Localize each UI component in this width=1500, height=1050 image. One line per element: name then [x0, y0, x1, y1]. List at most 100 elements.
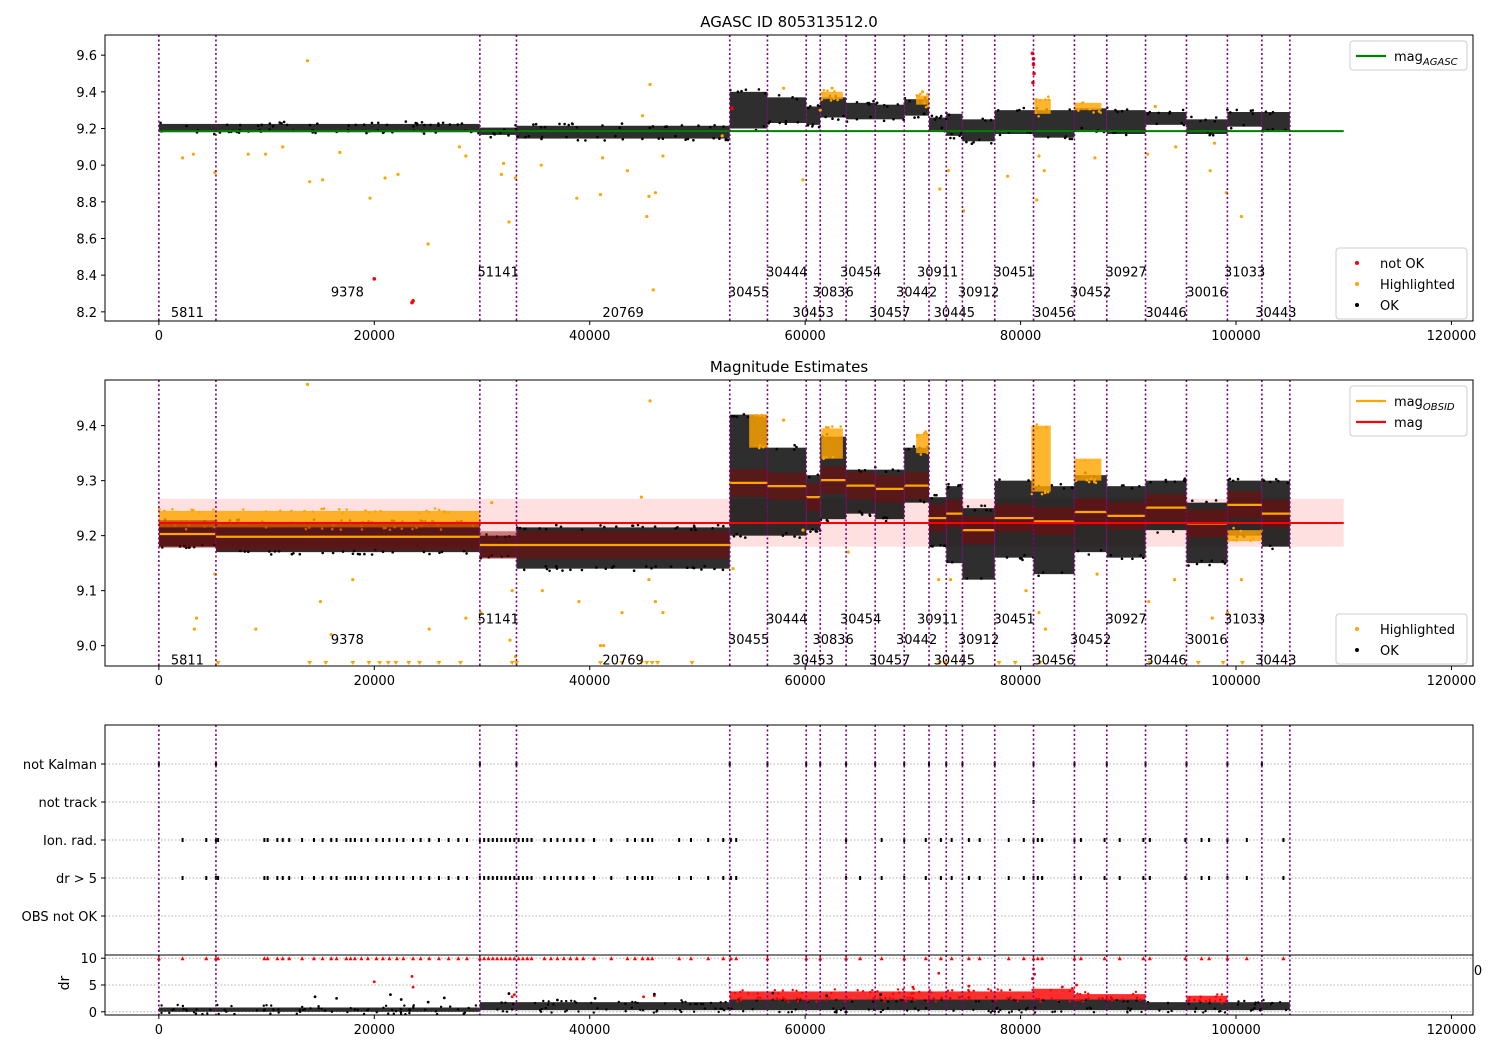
estimates-ok-point	[1076, 549, 1080, 553]
estimates-ytick-label: 9.2	[76, 530, 97, 545]
agasc-highlighted-point	[1038, 99, 1042, 102]
estimates-obsid-label: 30442	[896, 633, 937, 648]
agasc-ok-point	[1211, 133, 1215, 137]
estimates-obsid-label: 30911	[917, 613, 958, 628]
agasc-ok-point	[422, 132, 426, 135]
estimates-highlighted-point	[442, 510, 446, 513]
estimates-ok-point	[321, 551, 325, 555]
dr-ok-point	[999, 1008, 1002, 1012]
agasc-obsid-label: 30451	[993, 266, 1034, 281]
estimates-obsid-label: 51141	[477, 613, 518, 628]
dr-red-point	[906, 996, 909, 999]
dr-red-point	[1087, 992, 1090, 995]
agasc-ok-point-fill	[767, 97, 807, 123]
flags-row-label: dr > 5	[56, 872, 97, 887]
flags-marker	[646, 838, 649, 842]
dr-ok-point	[778, 1010, 781, 1014]
estimates-ok-point	[947, 482, 950, 486]
dr-ok-point	[617, 1000, 620, 1004]
flags-marker	[366, 876, 369, 880]
estimates-highlighted-point	[1037, 611, 1041, 615]
estimates-ok-point	[1164, 480, 1168, 484]
agasc-highlighted-point	[826, 89, 829, 93]
dr-ok-point	[1158, 1009, 1161, 1012]
dr-red-point	[1079, 993, 1082, 996]
dr-ok-point	[977, 1000, 981, 1003]
dr-red-point	[967, 984, 971, 988]
estimates-obsid-label: 30836	[812, 633, 853, 648]
estimates-highlighted-point	[1239, 578, 1244, 582]
dr-ok-point	[742, 1010, 745, 1013]
agasc-ok-point	[1146, 112, 1150, 116]
agasc-ok-point	[1251, 112, 1255, 116]
estimates-ok-point	[1210, 559, 1214, 562]
dr-red-point	[1000, 989, 1003, 992]
estimates-highlighted-point	[827, 426, 830, 429]
agasc-ok-point	[872, 99, 875, 103]
estimates-ok-point	[1195, 562, 1199, 566]
estimates-ok-point	[735, 415, 739, 419]
estimates-ok-point	[694, 528, 697, 532]
dr-ok-point	[845, 1010, 848, 1014]
dr-ok-point	[171, 1008, 174, 1011]
agasc-ok-point	[316, 122, 319, 125]
estimates-ok-point	[580, 568, 584, 572]
dr-xtick-label: 120000	[1427, 1023, 1477, 1038]
dr-ok-point	[714, 1007, 717, 1010]
agasc-ok-point	[978, 138, 981, 141]
estimates-ok-point	[1062, 487, 1066, 490]
dr-ok-point	[504, 1001, 507, 1004]
flags-marker	[1079, 838, 1082, 842]
dr-ok-point	[652, 992, 656, 996]
agasc-ok-point	[420, 121, 424, 124]
estimates-ok-point	[744, 536, 747, 539]
agasc-notok-point	[410, 300, 414, 305]
estimates-highlighted-point	[758, 414, 761, 418]
dr-ok-point	[403, 1004, 406, 1007]
agasc-ok-point	[917, 115, 920, 119]
agasc-ok-point	[709, 125, 712, 129]
estimates-ok-point	[951, 560, 954, 564]
estimates-obsid-label: 30927	[1105, 613, 1146, 628]
estimates-highlighted-point	[825, 456, 828, 459]
estimates-ok-point	[641, 525, 644, 529]
agasc-highlighted-point	[720, 134, 724, 138]
estimates-ok-point	[381, 550, 385, 554]
agasc-ok-point	[938, 116, 942, 120]
agasc-ok-point	[981, 117, 984, 121]
agasc-ok-point	[448, 123, 452, 126]
dr-ok-point	[335, 996, 338, 1000]
agasc-highlighted-point	[946, 169, 951, 173]
dr-red-point	[833, 988, 836, 991]
estimates-highlighted-point	[916, 434, 919, 438]
agasc-highlighted-point	[396, 172, 400, 176]
agasc-highlighted-point	[263, 152, 268, 156]
estimates-ok-point	[465, 552, 468, 555]
dr-red-point	[739, 996, 742, 999]
flags-marker	[321, 838, 324, 842]
agasc-ok-point	[620, 122, 624, 125]
agasc-ok-point	[692, 138, 695, 142]
flags-marker	[487, 876, 490, 880]
agasc-ok-point-fill	[820, 97, 847, 118]
estimates-highlighted-point	[763, 415, 766, 418]
dr-ok-point	[262, 1004, 265, 1007]
agasc-ok-point	[260, 123, 264, 127]
dr-xtick-label: 60000	[784, 1023, 825, 1038]
flags-marker	[312, 876, 315, 880]
estimates-ok-point	[351, 552, 355, 556]
dr-red-point	[896, 988, 900, 991]
flags-marker	[217, 876, 220, 880]
agasc-ok-point	[913, 116, 916, 119]
agasc-highlighted-point	[822, 88, 826, 92]
agasc-ok-point-fill	[1261, 112, 1290, 131]
dr-ok-point	[624, 1010, 627, 1013]
estimates-ok-point	[912, 445, 916, 448]
dr-red-point	[963, 998, 967, 1001]
estimates-highlighted-point	[948, 578, 953, 582]
dr-ok-point	[223, 1008, 226, 1011]
dr-ok-point	[1187, 1002, 1190, 1006]
dr-xtick-label: 0	[155, 1023, 163, 1038]
estimates-highlighted-point	[490, 501, 494, 505]
flags-marker	[1079, 876, 1082, 880]
